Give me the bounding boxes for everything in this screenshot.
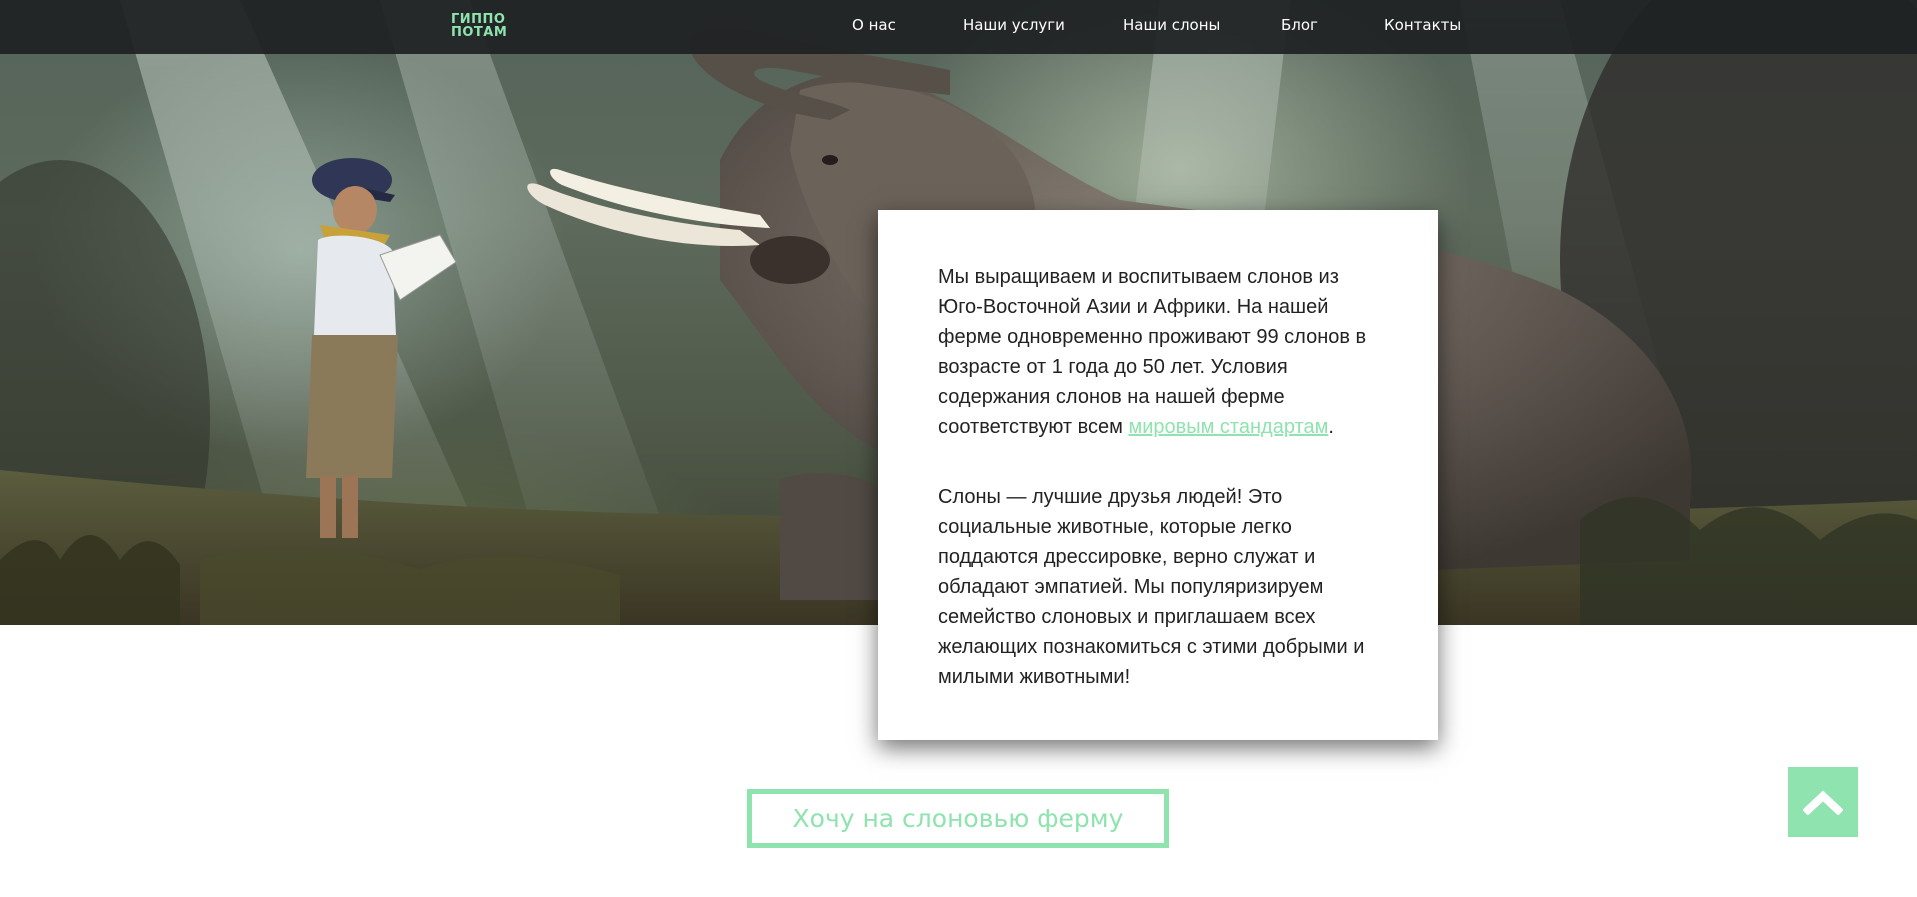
info-card: Мы выращиваем и воспитываем слонов из Юг… bbox=[878, 210, 1438, 740]
world-standards-link[interactable]: мировым стандартам bbox=[1128, 416, 1328, 438]
elephant-mouth bbox=[750, 236, 830, 284]
grass bbox=[1580, 497, 1917, 625]
nav-item-services[interactable]: Наши услуги bbox=[963, 16, 1065, 34]
grass bbox=[0, 535, 180, 625]
nav-item-contacts[interactable]: Контакты bbox=[1384, 16, 1461, 34]
nav-item-elephants[interactable]: Наши слоны bbox=[1123, 16, 1220, 34]
info-paragraph-1-text: Мы выращиваем и воспитываем слонов из Юг… bbox=[938, 266, 1367, 438]
elephant-eye bbox=[822, 155, 838, 165]
info-paragraph-1: Мы выращиваем и воспитываем слонов из Юг… bbox=[938, 262, 1378, 442]
info-paragraph-1-end: . bbox=[1328, 416, 1334, 438]
boy-leg bbox=[320, 476, 336, 538]
boy-shirt bbox=[314, 235, 396, 335]
nav-item-blog[interactable]: Блог bbox=[1281, 16, 1318, 34]
main-nav: О нас Наши услуги Наши слоны Блог Контак… bbox=[0, 0, 1917, 54]
visit-farm-button[interactable]: Хочу на слоновью ферму bbox=[747, 789, 1169, 848]
scroll-to-top-button[interactable] bbox=[1788, 767, 1858, 837]
boy-shorts bbox=[306, 335, 398, 478]
boy-face bbox=[333, 186, 377, 234]
info-paragraph-2: Слоны — лучшие друзья людей! Это социаль… bbox=[938, 486, 1365, 688]
boy-leg bbox=[342, 476, 358, 538]
elephant-leg bbox=[780, 473, 880, 600]
top-navigation-bar: ГИППО ПОТАМ О нас Наши услуги Наши слоны… bbox=[0, 0, 1917, 54]
chevron-up-icon bbox=[1803, 790, 1843, 815]
nav-item-about[interactable]: О нас bbox=[852, 16, 896, 34]
